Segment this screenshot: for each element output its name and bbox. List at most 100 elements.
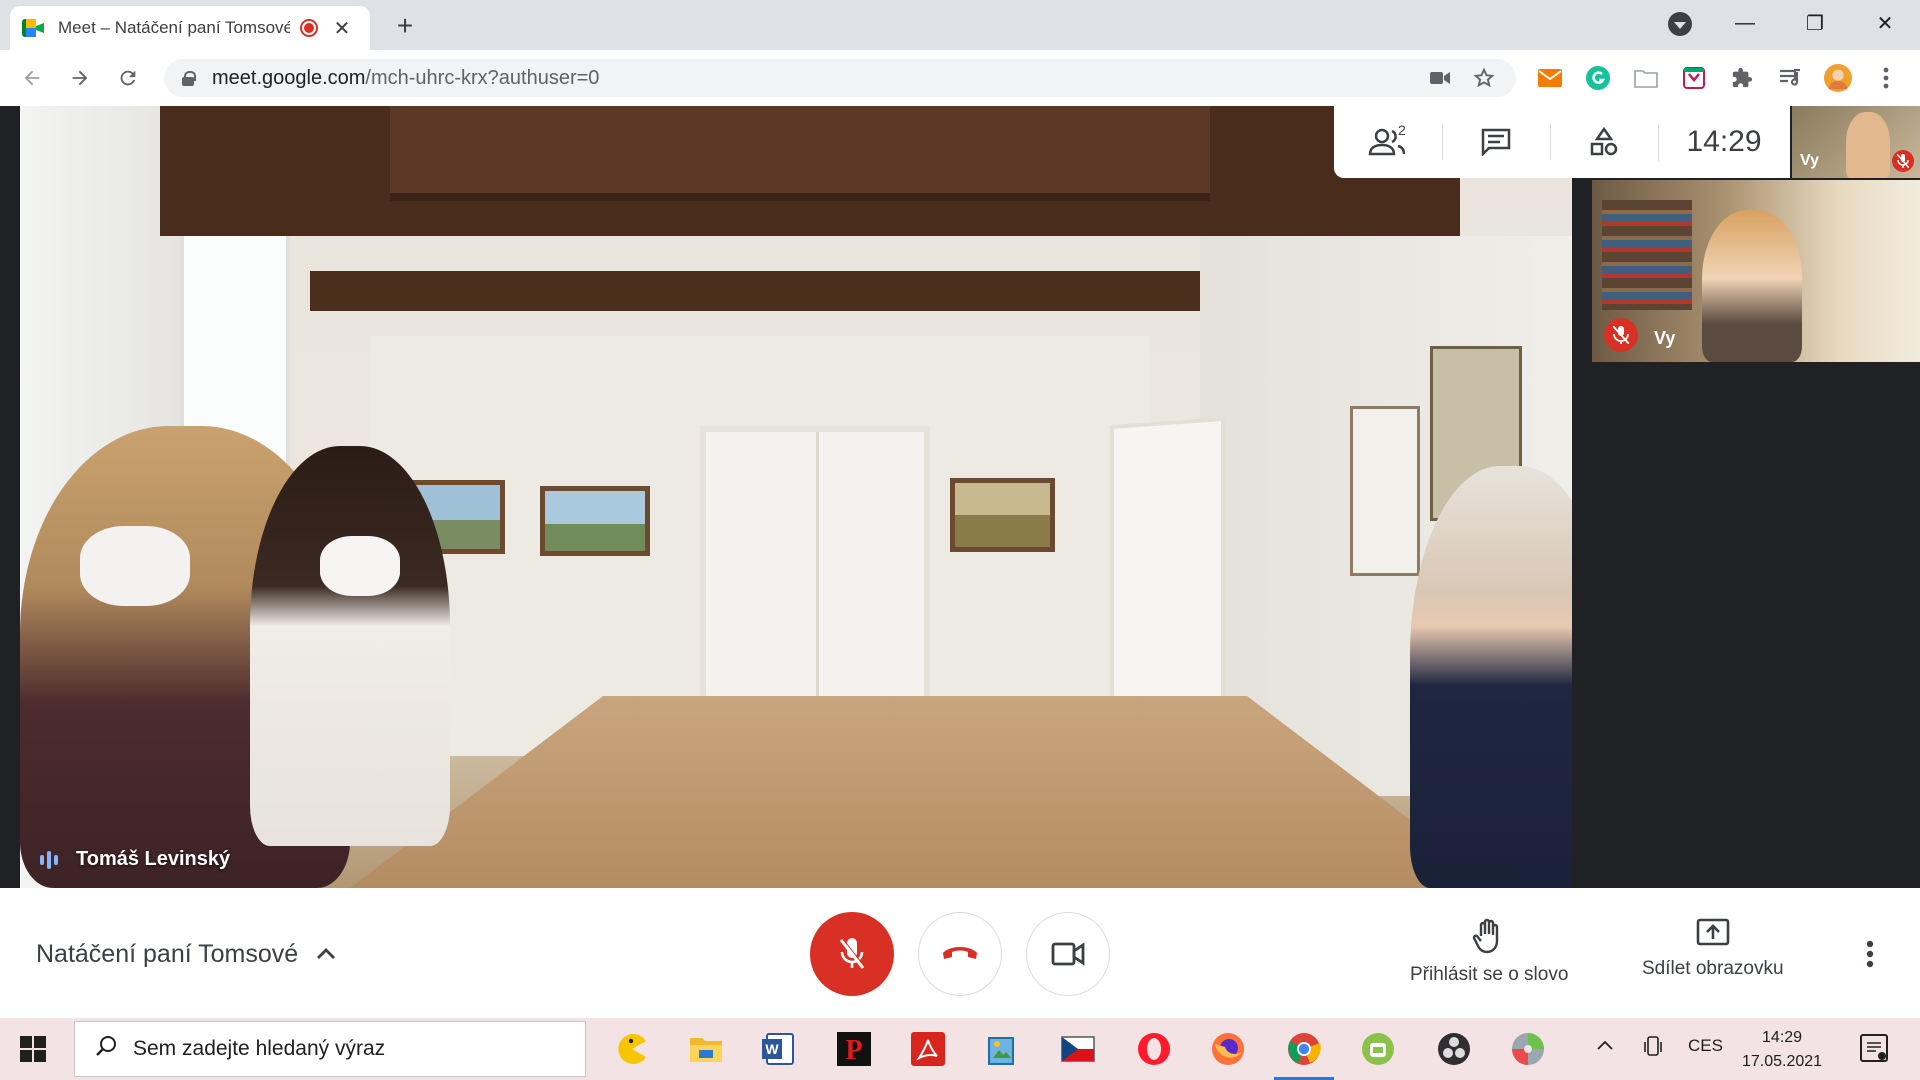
phone-hangup-icon bbox=[943, 947, 977, 959]
meet-stage: Tomáš Levinský 2 14:29 Vy Vy bbox=[0, 106, 1920, 888]
speaker-name: Tomáš Levinský bbox=[76, 848, 231, 870]
video-person bbox=[1410, 466, 1572, 888]
browser-toolbar: meet.google.com/mch-uhrc-krx?authuser=0 bbox=[0, 50, 1920, 106]
microphone-toggle-button[interactable] bbox=[810, 912, 894, 996]
chrome-menu-icon[interactable] bbox=[1872, 64, 1900, 92]
more-vert-icon bbox=[1866, 940, 1874, 968]
mic-off-icon bbox=[1604, 318, 1638, 352]
media-control-icon[interactable] bbox=[1776, 64, 1804, 92]
mic-off-icon bbox=[1892, 150, 1914, 172]
bookmark-star-icon[interactable] bbox=[1472, 66, 1496, 90]
disc-burner-icon[interactable] bbox=[1508, 1029, 1548, 1069]
system-clock[interactable]: 14:29 17.05.2021 bbox=[1742, 1026, 1822, 1074]
video-face-mask bbox=[80, 526, 190, 606]
search-icon bbox=[95, 1035, 117, 1063]
arrow-right-icon bbox=[72, 70, 88, 86]
window-close-button[interactable]: ✕ bbox=[1862, 8, 1908, 38]
camera-in-use-icon[interactable] bbox=[1428, 66, 1452, 90]
obs-studio-icon[interactable] bbox=[1434, 1029, 1474, 1069]
camera-toggle-button[interactable] bbox=[1026, 912, 1110, 996]
participants-count: 2 bbox=[1398, 122, 1406, 138]
video-scene-painting bbox=[950, 478, 1055, 552]
svg-text:P: P bbox=[845, 1035, 862, 1066]
shield-extension-icon[interactable] bbox=[1680, 64, 1708, 92]
czech-flag-app-icon[interactable] bbox=[1058, 1029, 1098, 1069]
puzzle-extensions-icon[interactable] bbox=[1728, 64, 1756, 92]
meet-bottom-bar: Natáčení paní Tomsové Přihlásit se o slo… bbox=[0, 888, 1920, 1018]
self-mini-label: Vy bbox=[1800, 152, 1819, 169]
tablet-mode-icon[interactable] bbox=[1644, 1036, 1662, 1063]
present-screen-button[interactable]: Sdílet obrazovku bbox=[1642, 918, 1784, 980]
lock-icon bbox=[182, 71, 196, 86]
present-screen-icon bbox=[1696, 918, 1730, 946]
leave-call-button[interactable] bbox=[918, 912, 1002, 996]
activities-button[interactable] bbox=[1550, 106, 1658, 178]
meeting-details-button[interactable]: Natáčení paní Tomsové bbox=[36, 940, 336, 969]
address-bar[interactable]: meet.google.com/mch-uhrc-krx?authuser=0 bbox=[164, 59, 1516, 97]
meeting-clock: 14:29 bbox=[1658, 125, 1790, 161]
show-hidden-icons-chevron-icon[interactable] bbox=[1596, 1036, 1614, 1056]
tile-label: Vy bbox=[1654, 328, 1676, 348]
svg-text:W: W bbox=[765, 1041, 779, 1057]
chat-button[interactable] bbox=[1442, 106, 1550, 178]
notifications-icon[interactable] bbox=[1860, 1034, 1888, 1062]
windows-taskbar: Sem zadejte hledaný výraz W P CES 14:29 … bbox=[0, 1018, 1920, 1080]
reload-button[interactable] bbox=[114, 64, 142, 92]
participant-tile-self[interactable]: Vy bbox=[1592, 180, 1920, 362]
windows-start-icon[interactable] bbox=[20, 1036, 46, 1062]
self-view-person bbox=[1846, 112, 1890, 178]
video-person bbox=[250, 446, 450, 846]
raise-hand-label: Přihlásit se o slovo bbox=[1410, 964, 1569, 985]
chat-icon bbox=[1481, 128, 1511, 156]
video-scene-ceiling bbox=[160, 106, 1460, 236]
window-minimize-button[interactable]: — bbox=[1722, 8, 1768, 38]
present-label: Sdílet obrazovku bbox=[1642, 958, 1784, 979]
microsoft-word-icon[interactable]: W bbox=[758, 1029, 798, 1069]
folder-extension-icon[interactable] bbox=[1632, 64, 1660, 92]
file-explorer-icon[interactable] bbox=[686, 1029, 726, 1069]
video-scene-painting bbox=[540, 486, 650, 556]
video-camera-icon bbox=[1051, 942, 1085, 966]
reload-icon bbox=[120, 70, 136, 86]
meeting-title: Natáčení paní Tomsové bbox=[36, 940, 299, 968]
adobe-acrobat-icon[interactable] bbox=[908, 1029, 948, 1069]
raise-hand-button[interactable]: Přihlásit se o slovo bbox=[1410, 918, 1568, 986]
video-scene-painting bbox=[1350, 406, 1420, 576]
firefox-browser-icon[interactable] bbox=[1208, 1029, 1248, 1069]
forward-button[interactable] bbox=[66, 64, 94, 92]
window-restore-button[interactable]: ❐ bbox=[1792, 8, 1838, 38]
system-time: 14:29 bbox=[1762, 1029, 1803, 1046]
search-placeholder: Sem zadejte hledaný výraz bbox=[133, 1037, 386, 1060]
hand-icon bbox=[1473, 918, 1499, 954]
tile-person bbox=[1702, 210, 1802, 362]
active-speaker-label: Tomáš Levinský bbox=[40, 848, 230, 871]
pdf-printer-app-icon[interactable]: P bbox=[834, 1029, 874, 1069]
shapes-icon bbox=[1590, 127, 1618, 156]
speaking-indicator-icon bbox=[40, 850, 58, 869]
android-app-icon[interactable] bbox=[1358, 1029, 1398, 1069]
tab-title: Meet – Natáčení paní Tomsové bbox=[58, 18, 290, 37]
back-button[interactable] bbox=[18, 64, 46, 92]
input-language-indicator[interactable]: CES bbox=[1688, 1036, 1723, 1056]
arrow-left-icon bbox=[24, 70, 40, 86]
pacman-app-icon[interactable] bbox=[612, 1029, 652, 1069]
tab-close-icon[interactable]: ✕ bbox=[332, 16, 352, 41]
google-chrome-icon[interactable] bbox=[1274, 1029, 1334, 1080]
participants-button[interactable]: 2 bbox=[1334, 106, 1442, 178]
document-app-icon[interactable] bbox=[982, 1029, 1022, 1069]
browser-tab-meet[interactable]: Meet – Natáčení paní Tomsové ✕ bbox=[10, 6, 370, 50]
tile-bookshelf bbox=[1602, 200, 1692, 310]
more-options-button[interactable] bbox=[1866, 940, 1874, 975]
self-view-mini[interactable]: Vy bbox=[1792, 106, 1920, 178]
profile-avatar[interactable] bbox=[1824, 64, 1852, 92]
mail-extension-icon[interactable] bbox=[1536, 64, 1564, 92]
opera-browser-icon[interactable] bbox=[1134, 1029, 1174, 1069]
chevron-up-icon bbox=[316, 943, 336, 966]
taskbar-search-box[interactable]: Sem zadejte hledaný výraz bbox=[74, 1021, 586, 1077]
google-meet-icon bbox=[22, 19, 44, 37]
tab-search-button[interactable] bbox=[1668, 12, 1692, 36]
main-video-feed[interactable]: Tomáš Levinský bbox=[20, 106, 1572, 888]
new-tab-button[interactable]: + bbox=[390, 10, 420, 42]
meet-top-panel: 2 14:29 bbox=[1334, 106, 1790, 178]
grammarly-extension-icon[interactable] bbox=[1584, 64, 1612, 92]
